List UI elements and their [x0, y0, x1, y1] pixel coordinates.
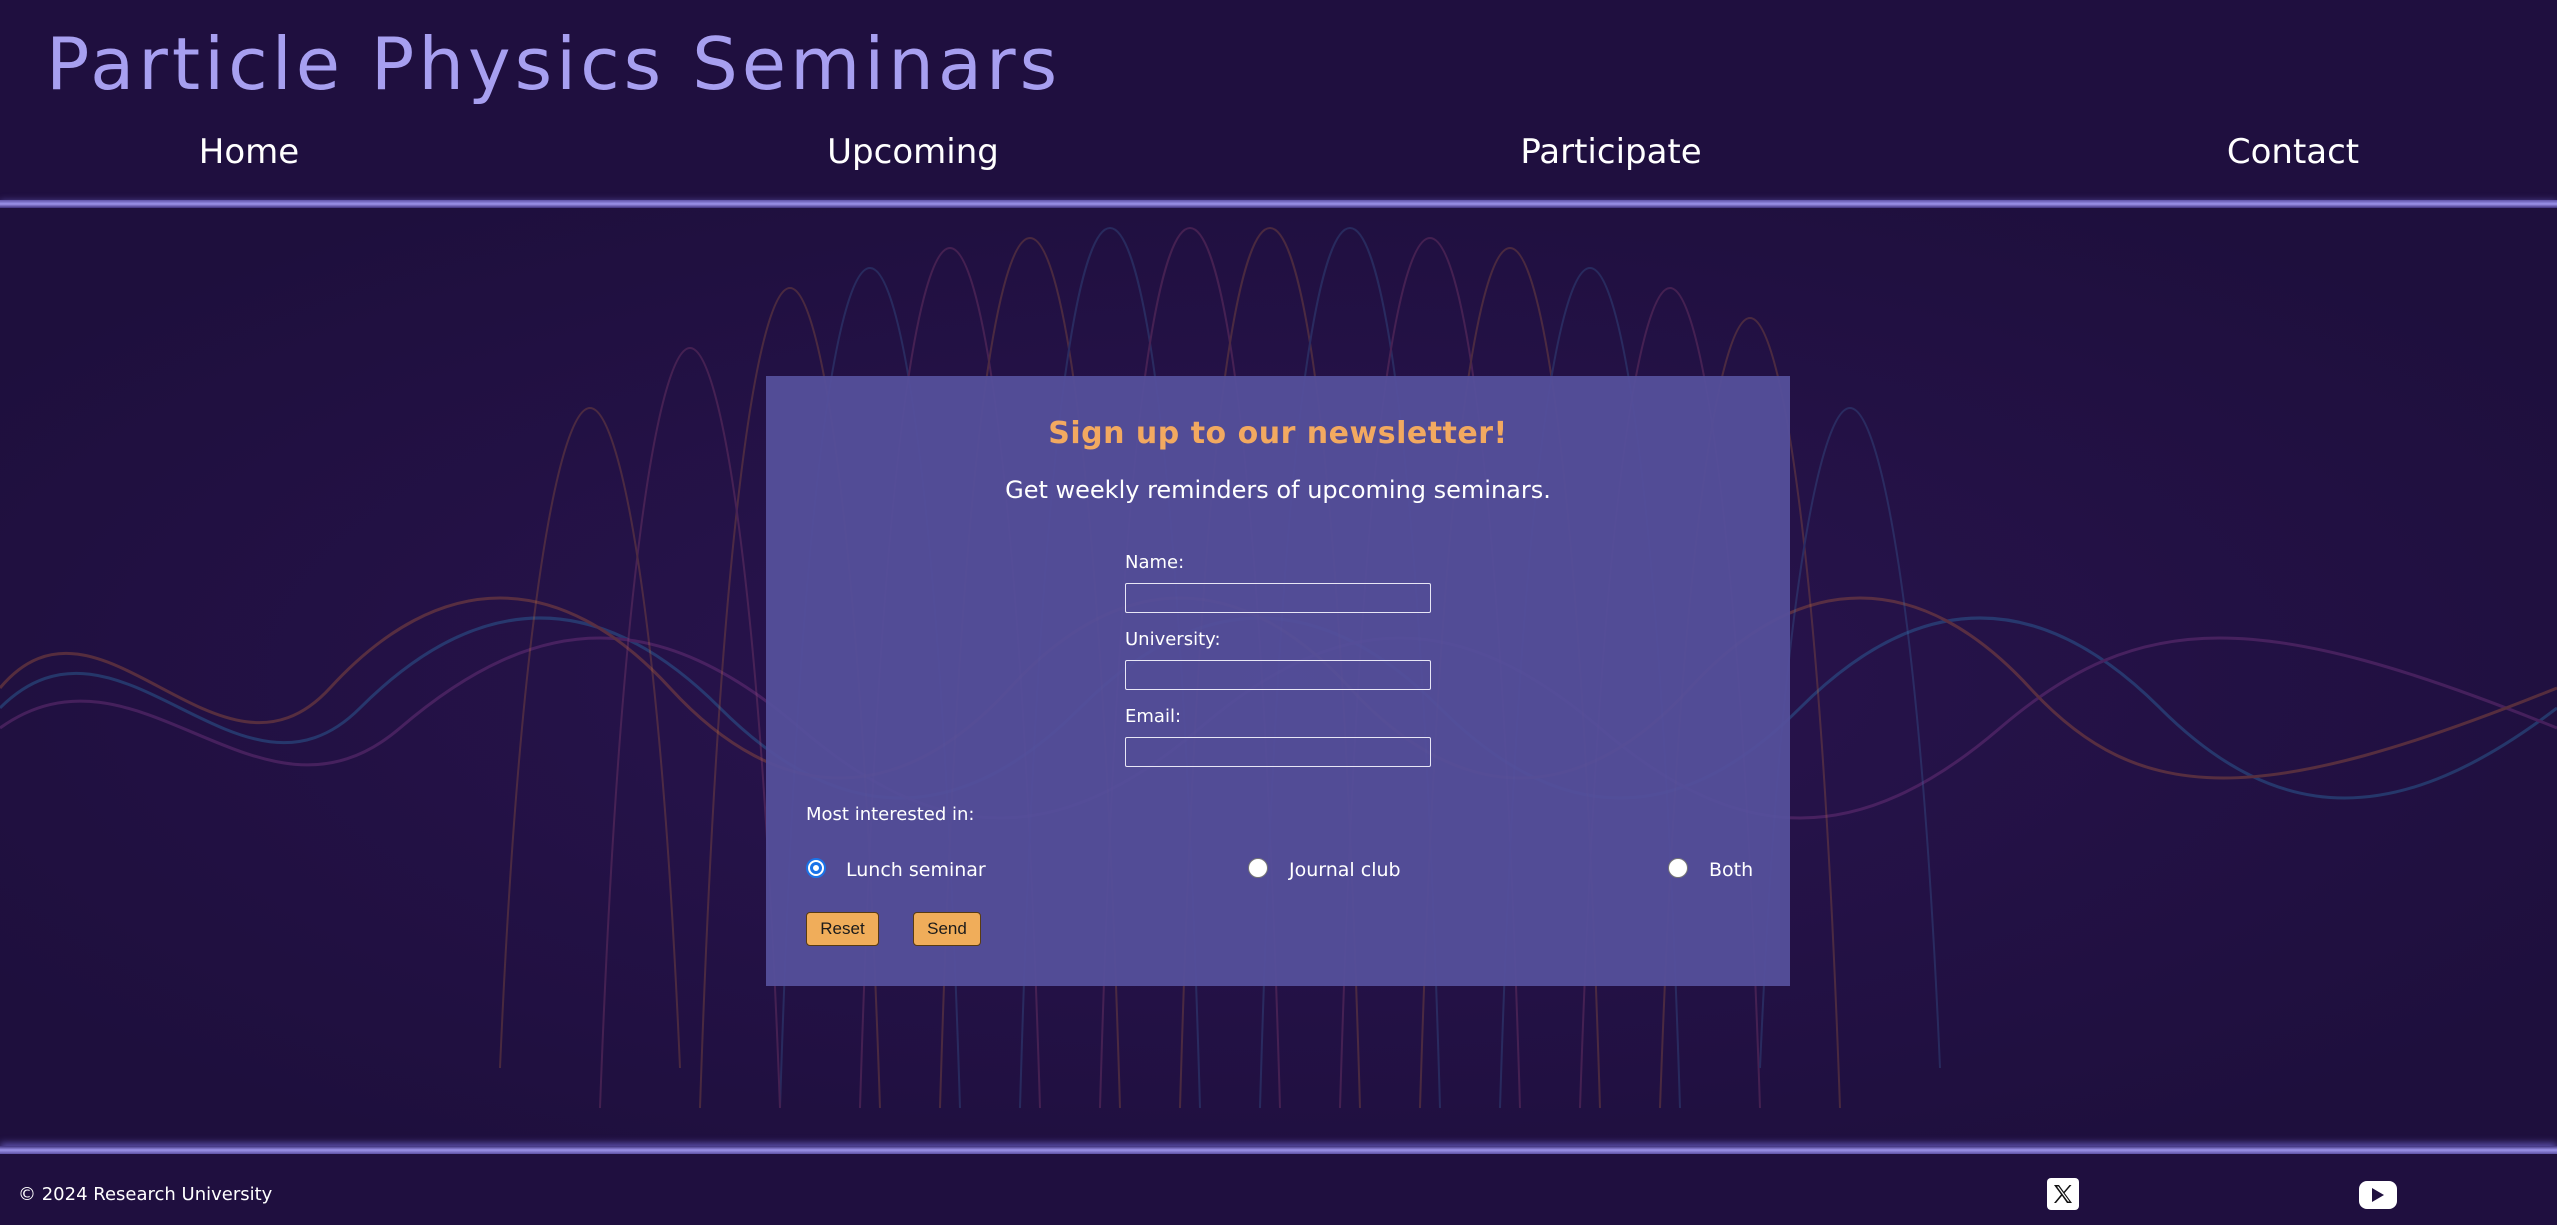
- name-label: Name:: [1125, 552, 1185, 573]
- both-label[interactable]: Both: [1709, 859, 1753, 881]
- nav-upcoming[interactable]: Upcoming: [827, 132, 999, 172]
- nav-contact[interactable]: Contact: [2227, 132, 2359, 172]
- both-radio[interactable]: [1668, 858, 1688, 878]
- university-label: University:: [1125, 629, 1221, 650]
- header-divider: [0, 200, 2557, 208]
- page: Particle Physics Seminars Home Upcoming …: [0, 0, 2557, 1225]
- newsletter-subtitle: Get weekly reminders of upcoming seminar…: [1005, 476, 1551, 504]
- university-input[interactable]: [1125, 660, 1431, 690]
- email-input[interactable]: [1125, 737, 1431, 767]
- send-button[interactable]: Send: [913, 912, 981, 946]
- site-footer: © 2024 Research University: [0, 1154, 2557, 1225]
- site-title: Particle Physics Seminars: [46, 22, 1062, 106]
- nav-participate[interactable]: Participate: [1520, 132, 1701, 172]
- reset-button[interactable]: Reset: [806, 912, 879, 946]
- interest-label: Most interested in:: [806, 804, 975, 825]
- lunch-seminar-label[interactable]: Lunch seminar: [846, 859, 986, 881]
- copyright-text: © 2024 Research University: [18, 1184, 273, 1205]
- journal-club-radio[interactable]: [1248, 858, 1268, 878]
- lunch-seminar-radio[interactable]: [806, 858, 826, 878]
- newsletter-title: Sign up to our newsletter!: [1048, 416, 1508, 451]
- main-nav: Home Upcoming Participate Contact: [0, 132, 2557, 176]
- site-header: Particle Physics Seminars Home Upcoming …: [0, 0, 2557, 204]
- nav-home[interactable]: Home: [199, 132, 299, 172]
- journal-club-label[interactable]: Journal club: [1289, 859, 1401, 881]
- name-input[interactable]: [1125, 583, 1431, 613]
- footer-divider: [0, 1146, 2557, 1154]
- email-label: Email:: [1125, 706, 1182, 727]
- x-logo-icon[interactable]: [2047, 1178, 2079, 1210]
- youtube-icon[interactable]: [2359, 1181, 2397, 1209]
- newsletter-panel: Sign up to our newsletter! Get weekly re…: [766, 376, 1790, 986]
